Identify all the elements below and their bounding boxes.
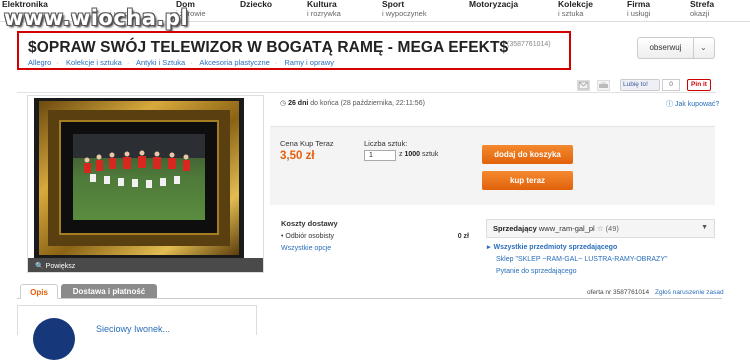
price-value: 3,50 zł <box>280 150 315 162</box>
shop-logo <box>33 318 75 360</box>
price-label: Cena Kup Teraz <box>280 139 334 148</box>
page-title: $OPRAW SWÓJ TELEWIZOR W BOGATĄ RAMĘ - ME… <box>28 39 509 56</box>
breadcrumb-item[interactable]: Allegro <box>28 58 51 67</box>
help-icon: ⓘ <box>666 101 673 108</box>
shipping-title: Koszty dostawy <box>281 219 338 228</box>
like-count: 0 <box>662 79 680 91</box>
nav-culture[interactable]: Kultura i rozrywka <box>307 0 341 18</box>
facebook-like-button[interactable]: Lubię to! <box>620 79 660 91</box>
print-icon[interactable] <box>597 80 610 91</box>
nav-collections[interactable]: Kolekcje i sztuka <box>558 0 593 18</box>
tab-shipping-payment[interactable]: Dostawa i płatność <box>61 284 157 299</box>
nav-child[interactable]: Dziecko <box>240 0 272 9</box>
bullet-icon: • <box>281 233 284 240</box>
report-violation-link[interactable]: Zgłoś naruszenie zasad <box>655 289 724 296</box>
clock-icon: ◷ <box>280 100 287 107</box>
seller-box[interactable]: Sprzedający www_ram-gal_pl ☆ (49) ▼ <box>486 219 715 238</box>
nav-company[interactable]: Firma i usługi <box>627 0 650 18</box>
purchase-box: Cena Kup Teraz 3,50 zł Liczba sztuk: 1 z… <box>270 126 715 205</box>
breadcrumb-item[interactable]: Akcesoria plastyczne <box>199 58 269 67</box>
breadcrumb-item[interactable]: Ramy i oprawy <box>284 58 334 67</box>
shipping-option-amount: 0 zł <box>457 233 469 240</box>
offer-id: (3587761014) <box>507 41 551 48</box>
printer-icon <box>599 82 608 88</box>
seller-shop-link[interactable]: Sklep "SKLEP ~RAM-GAL~ LUSTRA-RAMY-OBRAZ… <box>496 256 667 263</box>
breadcrumb: Allegro · Kolekcje i sztuka · Antyki i Szt… <box>28 58 339 67</box>
seller-all-items-link[interactable]: Wszystkie przedmioty sprzedającego <box>494 243 618 251</box>
facebook-like-label: Lubię to! <box>623 81 648 88</box>
tab-description[interactable]: Opis <box>20 284 58 299</box>
watch-button-label: obserwuj <box>638 38 694 58</box>
stock-number: 1000 <box>404 151 421 158</box>
watch-button[interactable]: obserwuj ⌄ <box>637 37 715 59</box>
stock-count: z 1000 sztuk <box>399 151 438 158</box>
chevron-down-icon[interactable]: ⌄ <box>700 43 707 52</box>
chevron-down-icon[interactable]: ▼ <box>701 224 708 231</box>
offer-number: oferta nr 3587761014 <box>587 289 650 296</box>
zoom-link[interactable]: 🔍 Powiększ <box>35 262 75 270</box>
quantity-input[interactable]: 1 <box>364 150 396 161</box>
nav-sport[interactable]: Sport i wypoczynek <box>382 0 427 18</box>
breadcrumb-item[interactable]: Antyki i Sztuka <box>136 58 185 67</box>
quantity-label: Liczba sztuk: <box>364 139 408 148</box>
zoom-label: Powiększ <box>45 263 76 270</box>
breadcrumb-separator: · <box>274 58 278 67</box>
breadcrumb-item[interactable]: Kolekcje i sztuka <box>66 58 122 67</box>
stock-prefix: z <box>399 151 403 158</box>
all-shipping-options-link[interactable]: Wszystkie opcje <box>281 245 331 252</box>
nav-deals[interactable]: Strefa okazji <box>690 0 714 18</box>
watermark-logo: www.wiocha.pl <box>4 6 189 30</box>
auction-end-time: ◷ 26 dni do końca (28 października, 22:1… <box>280 99 425 107</box>
days-left: 26 dni <box>288 100 309 107</box>
how-to-buy-label: Jak kupować? <box>674 101 720 108</box>
breadcrumb-separator: · <box>190 58 193 67</box>
end-date: do końca (28 października, 22:11:56) <box>310 100 425 107</box>
buy-now-button[interactable]: kup teraz <box>482 171 573 190</box>
breadcrumb-separator: · <box>56 58 59 67</box>
stock-suffix: sztuk <box>421 151 439 158</box>
add-to-cart-button[interactable]: dodaj do koszyka <box>482 145 573 164</box>
shipping-option: • Odbiór osobisty 0 zł <box>281 233 469 240</box>
email-share-icon[interactable] <box>577 80 590 91</box>
title-highlight-box: $OPRAW SWÓJ TELEWIZOR W BOGATĄ RAMĘ - ME… <box>17 31 571 70</box>
product-image <box>28 98 263 272</box>
description-panel: Sieciowy Iwonek... <box>17 305 257 360</box>
seller-name[interactable]: www_ram-gal_pl <box>539 224 595 233</box>
nav-automotive[interactable]: Motoryzacja <box>469 0 518 9</box>
description-title: Sieciowy Iwonek... <box>96 324 171 334</box>
tab-divider <box>17 298 722 299</box>
seller-rating: (49) <box>605 224 619 233</box>
product-gallery[interactable]: 🔍 Powiększ <box>27 95 264 273</box>
envelope-icon <box>578 81 589 90</box>
star-icon: ☆ <box>596 224 604 233</box>
divider <box>17 92 716 93</box>
seller-info: Sprzedający www_ram-gal_pl ☆ (49) <box>493 224 619 233</box>
how-to-buy-link[interactable]: ⓘ Jak kupować? <box>666 99 719 109</box>
ask-seller-link[interactable]: Pytanie do sprzedającego <box>496 268 577 275</box>
shipping-option-label: Odbiór osobisty <box>285 233 335 240</box>
pinterest-button[interactable]: Pin it <box>687 79 711 91</box>
breadcrumb-separator: · <box>126 58 130 67</box>
seller-label: Sprzedający <box>493 224 537 233</box>
